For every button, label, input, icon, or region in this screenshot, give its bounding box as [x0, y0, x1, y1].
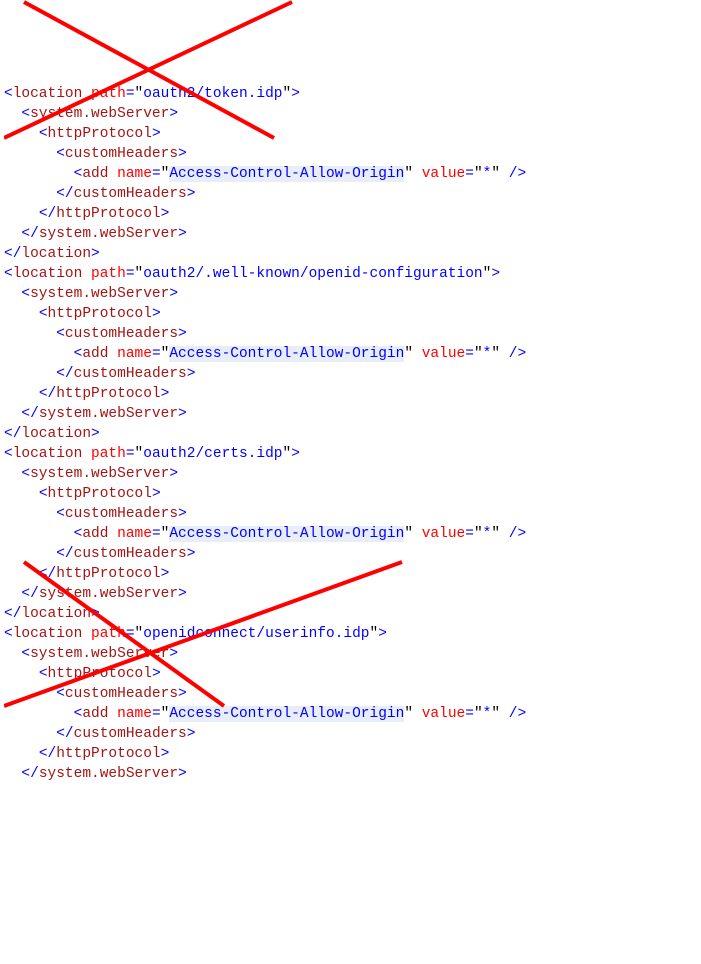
el-sws: system.webServer [30, 106, 169, 122]
attr-value: value [422, 526, 466, 542]
el-sws: system.webServer [30, 286, 169, 302]
el-ch: customHeaders [65, 686, 178, 702]
el-add: add [82, 526, 108, 542]
val-path: oauth2/.well-known/openid-configuration [143, 266, 482, 282]
val-name: Access-Control-Allow-Origin [169, 526, 404, 542]
el-sws: system.webServer [30, 466, 169, 482]
el-add: add [82, 346, 108, 362]
val-name: Access-Control-Allow-Origin [169, 346, 404, 362]
el-hp: httpProtocol [48, 666, 152, 682]
val-name: Access-Control-Allow-Origin [169, 706, 404, 722]
el-hp: httpProtocol [48, 126, 152, 142]
val-path: openidconnect/userinfo.idp [143, 626, 369, 642]
el-location: location [13, 266, 83, 282]
el-add: add [82, 166, 108, 182]
el-hp: httpProtocol [48, 306, 152, 322]
attr-path: path [91, 266, 126, 282]
xml-code-block: <location path="oauth2/token.idp"> <syst… [4, 84, 697, 784]
el-location: location [13, 626, 83, 642]
el-ch: customHeaders [65, 506, 178, 522]
attr-path: path [91, 626, 126, 642]
attr-name: name [117, 166, 152, 182]
attr-path: path [91, 86, 126, 102]
val-path: oauth2/token.idp [143, 86, 282, 102]
el-location: location [13, 446, 83, 462]
attr-path: path [91, 446, 126, 462]
attr-name: name [117, 706, 152, 722]
el-ch: customHeaders [65, 326, 178, 342]
attr-name: name [117, 346, 152, 362]
val-value: * [483, 706, 492, 722]
attr-value: value [422, 706, 466, 722]
attr-name: name [117, 526, 152, 542]
attr-value: value [422, 346, 466, 362]
el-location: location [13, 86, 83, 102]
el-hp: httpProtocol [48, 486, 152, 502]
val-path: oauth2/certs.idp [143, 446, 282, 462]
el-sws: system.webServer [30, 646, 169, 662]
el-ch: customHeaders [65, 146, 178, 162]
val-name: Access-Control-Allow-Origin [169, 166, 404, 182]
attr-value: value [422, 166, 466, 182]
el-add: add [82, 706, 108, 722]
